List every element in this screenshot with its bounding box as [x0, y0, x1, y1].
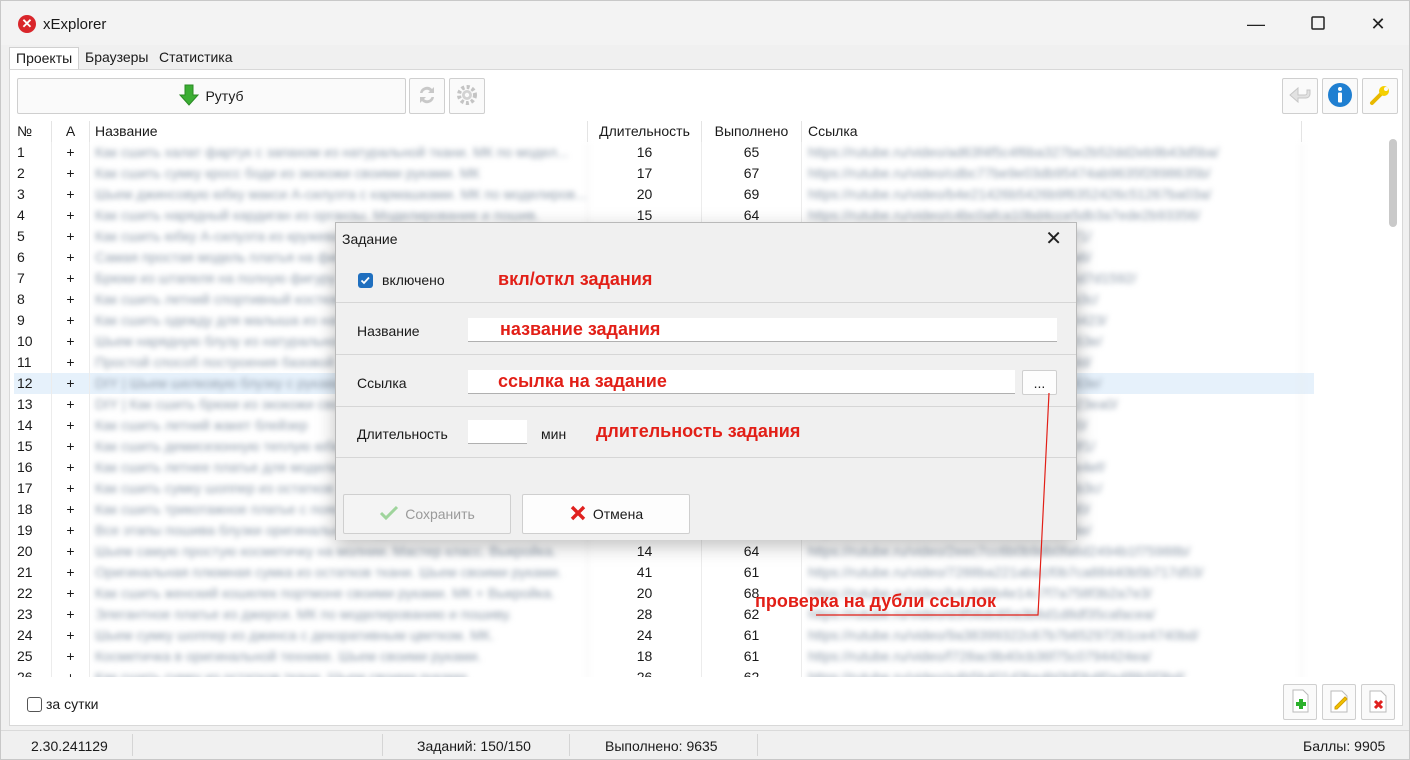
annotation-duplicates: проверка на дубли ссылок — [755, 591, 997, 611]
app-window: ✕ xExplorer — ✕ Проекты Браузеры Статист… — [0, 0, 1410, 760]
annotation-arrow — [816, 392, 1050, 616]
